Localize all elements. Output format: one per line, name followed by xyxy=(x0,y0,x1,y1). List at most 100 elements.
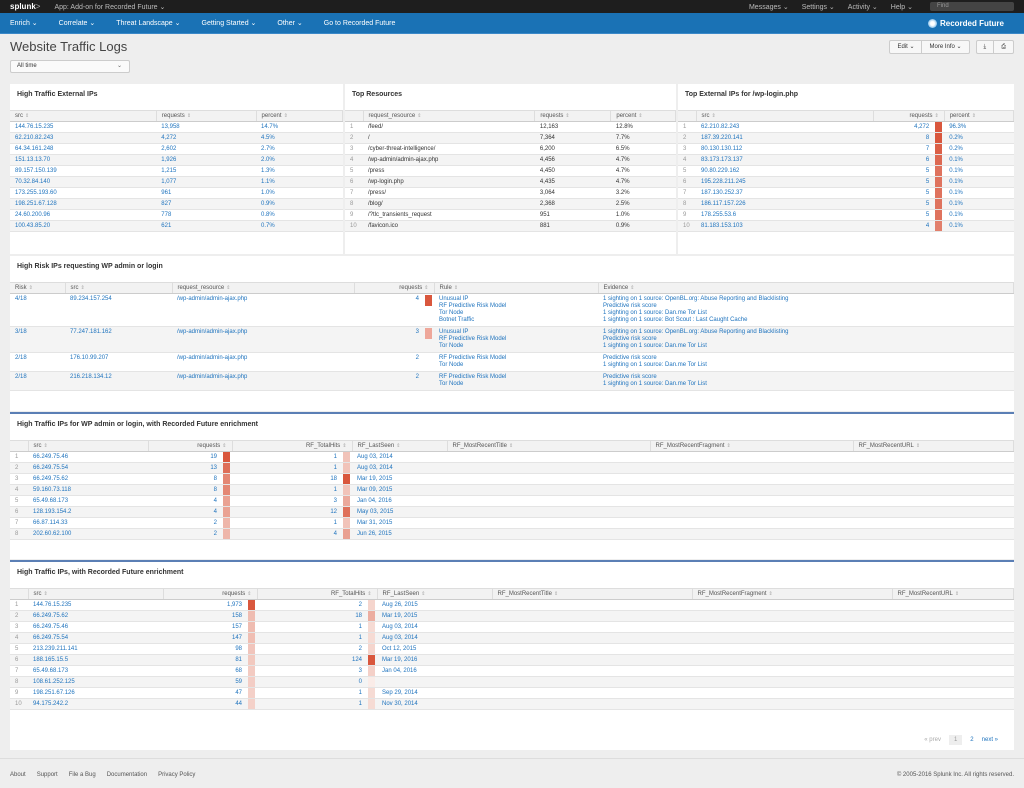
requests-value[interactable]: 5 xyxy=(873,176,935,188)
percent-value[interactable]: 0.8% xyxy=(256,209,343,221)
requests-value[interactable]: 98 xyxy=(163,643,247,655)
requests-value[interactable]: 3 xyxy=(354,326,424,353)
requests-value[interactable]: 6 xyxy=(873,154,935,166)
rule-link[interactable]: Tor Node xyxy=(439,343,593,350)
print-icon[interactable]: ⎙ xyxy=(994,41,1013,53)
rf-totalhits-value[interactable]: 3 xyxy=(257,665,367,677)
edit-button[interactable]: Edit ⌄ xyxy=(890,41,923,53)
src-link[interactable]: 198.251.67.126 xyxy=(28,687,163,699)
column-header-rf-mostrecenttitle[interactable]: RF_MostRecentTitle ⇕ xyxy=(447,440,651,452)
column-header-percent[interactable]: percent ⇕ xyxy=(256,110,344,122)
rf-lastseen-value[interactable]: Mar 09, 2015 xyxy=(352,484,448,496)
rule-link[interactable]: RF Predictive Risk Model xyxy=(439,355,593,362)
src-link[interactable]: 216.218.134.12 xyxy=(65,371,172,391)
requests-value[interactable]: 2 xyxy=(354,352,424,372)
percent-value[interactable]: 1.3% xyxy=(256,165,343,177)
requests-value[interactable]: 8 xyxy=(148,484,222,496)
rule-link[interactable]: RF Predictive Risk Model xyxy=(439,336,593,343)
column-header-requests[interactable]: requests ⇕ xyxy=(156,110,257,122)
src-link[interactable]: 178.255.53.6 xyxy=(696,209,874,221)
rf-lastseen-value[interactable]: Jan 04, 2016 xyxy=(352,495,448,507)
rf-totalhits-value[interactable]: 3 xyxy=(232,495,342,507)
src-link[interactable]: 173.255.193.60 xyxy=(10,187,157,199)
column-header-requests[interactable]: requests ⇕ xyxy=(873,110,945,122)
percent-value[interactable]: 0.7% xyxy=(256,220,343,232)
column-header-percent[interactable]: percent ⇕ xyxy=(944,110,1015,122)
column-header-rf-mostrecenttitle[interactable]: RF_MostRecentTitle ⇕ xyxy=(492,588,693,600)
time-range-picker[interactable]: All time ⌄ xyxy=(10,60,130,73)
requests-value[interactable]: 2 xyxy=(354,371,424,391)
column-header-src[interactable]: src ⇕ xyxy=(28,588,164,600)
percent-value[interactable]: 1.1% xyxy=(256,176,343,188)
app-menu[interactable]: App: Add-on for Recorded Future ⌄ xyxy=(54,3,165,11)
rf-totalhits-value[interactable]: 18 xyxy=(232,473,342,485)
requests-value[interactable]: 2,602 xyxy=(156,143,257,155)
evidence-link[interactable]: 1 sighting on 1 source: Bot Scout : Last… xyxy=(603,317,1009,324)
src-link[interactable]: 100.43.85.20 xyxy=(10,220,157,232)
help-menu[interactable]: Help ⌄ xyxy=(891,3,913,11)
percent-value[interactable]: 0.9% xyxy=(256,198,343,210)
recorded-future-logo[interactable]: Recorded Future xyxy=(927,18,1004,28)
percent-value[interactable]: 1.0% xyxy=(256,187,343,199)
percent-value[interactable]: 2.7% xyxy=(256,143,343,155)
column-header-rf-mostrecentfragment[interactable]: RF_MostRecentFragment ⇕ xyxy=(650,440,854,452)
rf-lastseen-value[interactable]: Aug 03, 2014 xyxy=(377,621,493,633)
rf-totalhits-value[interactable]: 1 xyxy=(257,621,367,633)
src-link[interactable]: 64.34.161.248 xyxy=(10,143,157,155)
rf-lastseen-value[interactable]: Mar 19, 2016 xyxy=(377,654,493,666)
src-link[interactable]: 62.210.82.243 xyxy=(696,121,874,133)
splunk-logo[interactable]: splunk> xyxy=(10,2,40,11)
rule-link[interactable]: Unusual IP xyxy=(439,329,593,336)
column-header-rf-totalhits[interactable]: RF_TotalHits ⇕ xyxy=(232,440,353,452)
risk-score[interactable]: 4/18 xyxy=(10,293,65,327)
requests-value[interactable]: 5 xyxy=(873,198,935,210)
requests-value[interactable]: 8 xyxy=(873,132,935,144)
src-link[interactable]: 80.130.130.112 xyxy=(696,143,874,155)
evidence-link[interactable]: 1 sighting on 1 source: Dan.me Tor List xyxy=(603,343,1009,350)
rf-totalhits-value[interactable]: 1 xyxy=(232,462,342,474)
src-link[interactable]: 198.251.67.128 xyxy=(10,198,157,210)
rf-totalhits-value[interactable]: 1 xyxy=(232,517,342,529)
rf-totalhits-value[interactable]: 1 xyxy=(232,484,342,496)
requests-value[interactable]: 2 xyxy=(148,528,222,540)
percent-value[interactable]: 96.3% xyxy=(944,121,1014,133)
messages-menu[interactable]: Messages ⌄ xyxy=(749,3,789,11)
src-link[interactable]: 66.249.75.54 xyxy=(28,632,163,644)
column-header-requests[interactable]: requests ⇕ xyxy=(163,588,258,600)
src-link[interactable]: 70.32.84.140 xyxy=(10,176,157,188)
src-link[interactable]: 151.13.13.70 xyxy=(10,154,157,166)
request-resource-link[interactable]: /wp-admin/admin-ajax.php xyxy=(172,293,354,327)
src-link[interactable]: 66.249.75.62 xyxy=(28,610,163,622)
settings-menu[interactable]: Settings ⌄ xyxy=(802,3,835,11)
rf-lastseen-value[interactable]: May 03, 2015 xyxy=(352,506,448,518)
evidence-link[interactable]: Predictive risk score xyxy=(603,374,1009,381)
rf-lastseen-value[interactable]: Sep 29, 2014 xyxy=(377,687,493,699)
requests-value[interactable]: 1,077 xyxy=(156,176,257,188)
column-header-rf-lastseen[interactable]: RF_LastSeen ⇕ xyxy=(352,440,448,452)
src-link[interactable]: 213.239.211.141 xyxy=(28,643,163,655)
rule-link[interactable]: Tor Node xyxy=(439,381,593,388)
rf-lastseen-value[interactable]: Oct 12, 2015 xyxy=(377,643,493,655)
requests-value[interactable]: 5 xyxy=(873,165,935,177)
requests-value[interactable]: 778 xyxy=(156,209,257,221)
evidence-link[interactable]: 1 sighting on 1 source: Dan.me Tor List xyxy=(603,362,1009,369)
requests-value[interactable]: 4 xyxy=(148,506,222,518)
evidence-link[interactable]: Predictive risk score xyxy=(603,336,1009,343)
requests-value[interactable]: 147 xyxy=(163,632,247,644)
requests-value[interactable]: 8 xyxy=(148,473,222,485)
evidence-link[interactable]: 1 sighting on 1 source: OpenBL.org: Abus… xyxy=(603,296,1009,303)
column-header-rf-mostrecenturl[interactable]: RF_MostRecentURL ⇕ xyxy=(892,588,1015,600)
column-header-requests[interactable]: requests ⇕ xyxy=(354,282,435,294)
src-link[interactable]: 176.10.99.207 xyxy=(65,352,172,372)
requests-value[interactable]: 47 xyxy=(163,687,247,699)
risk-score[interactable]: 2/18 xyxy=(10,371,65,391)
find-input[interactable]: Find xyxy=(930,2,1014,11)
requests-value[interactable]: 81 xyxy=(163,654,247,666)
src-link[interactable]: 202.60.62.100 xyxy=(28,528,148,540)
pager-prev[interactable]: « prev xyxy=(924,737,941,743)
rule-link[interactable]: Botnet Traffic xyxy=(439,317,593,324)
export-icon[interactable]: ⤓ xyxy=(977,41,995,53)
percent-value[interactable]: 4.5% xyxy=(256,132,343,144)
percent-value[interactable]: 0.2% xyxy=(944,132,1014,144)
column-header-src[interactable]: src ⇕ xyxy=(10,110,157,122)
